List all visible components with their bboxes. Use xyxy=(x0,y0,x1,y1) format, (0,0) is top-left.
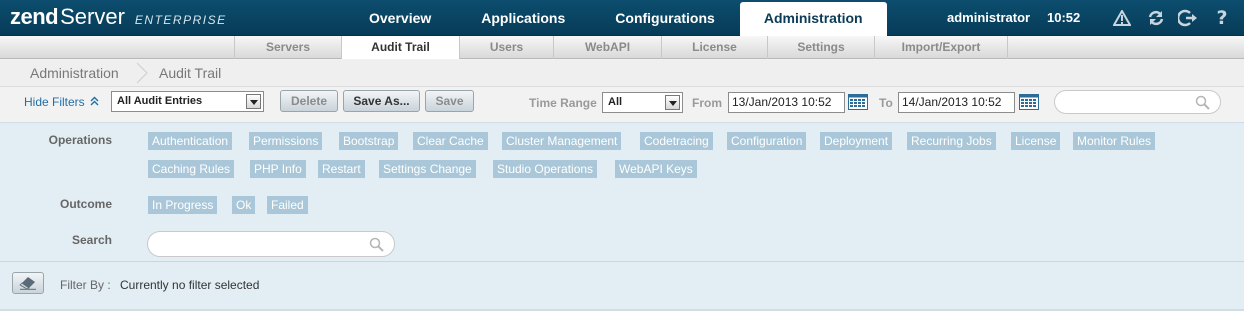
main-nav: Overview Applications Configurations Adm… xyxy=(344,0,887,36)
subnav-audit-trail[interactable]: Audit Trail xyxy=(341,36,459,59)
subnav-users[interactable]: Users xyxy=(459,36,553,59)
filter-tag-php-info[interactable]: PHP Info xyxy=(250,160,306,178)
time-range-select[interactable]: All xyxy=(602,92,683,113)
filter-tag-monitor-rules[interactable]: Monitor Rules xyxy=(1073,132,1156,150)
filter-tag-caching-rules[interactable]: Caching Rules xyxy=(148,160,235,178)
time-range-select-value: All xyxy=(608,96,623,108)
chevron-right-icon xyxy=(136,62,148,84)
logout-icon[interactable] xyxy=(1178,8,1198,28)
logo-edition: ENTERPRISE xyxy=(134,13,227,27)
filter-tag-cluster-management[interactable]: Cluster Management xyxy=(502,132,622,150)
filter-tag-clear-cache[interactable]: Clear Cache xyxy=(413,132,488,150)
search-label: Search xyxy=(71,233,112,247)
delete-button[interactable]: Delete xyxy=(280,90,338,112)
calendar-icon[interactable] xyxy=(848,94,868,110)
sub-nav: Servers Audit Trail Users WebAPI License… xyxy=(0,36,1244,59)
filter-tag-recurring-jobs[interactable]: Recurring Jobs xyxy=(907,132,996,150)
search-icon xyxy=(1195,95,1210,110)
audit-entries-select-value: All Audit Entries xyxy=(117,95,203,107)
filter-tag-license[interactable]: License xyxy=(1011,132,1061,150)
clock: 10:52 xyxy=(1047,10,1081,25)
filter-tag-studio-operations[interactable]: Studio Operations xyxy=(493,160,598,178)
save-button[interactable]: Save xyxy=(425,90,474,112)
filter-tag-settings-change[interactable]: Settings Change xyxy=(379,160,476,178)
logo-server: Server xyxy=(60,4,125,29)
hide-filters-link[interactable]: Hide Filters xyxy=(24,95,99,109)
filter-by-label: Filter By : xyxy=(60,278,111,292)
double-chevron-up-icon xyxy=(90,96,99,106)
filter-by-bar: Filter By : Currently no filter selected xyxy=(0,261,1244,311)
tab-overview[interactable]: Overview xyxy=(344,0,456,36)
subnav-webapi[interactable]: WebAPI xyxy=(553,36,661,59)
filter-tag-restart[interactable]: Restart xyxy=(318,160,365,178)
username[interactable]: administrator xyxy=(947,0,1030,36)
subnav-servers[interactable]: Servers xyxy=(234,36,341,59)
filter-tag-webapi-keys[interactable]: WebAPI Keys xyxy=(615,160,697,178)
calendar-icon[interactable] xyxy=(1019,94,1039,110)
filters-panel: Operations Authentication Permissions Bo… xyxy=(0,123,1244,261)
warning-icon[interactable] xyxy=(1112,8,1132,28)
help-icon[interactable]: ? xyxy=(1212,7,1232,29)
search-icon xyxy=(369,237,384,252)
audit-entries-select[interactable]: All Audit Entries xyxy=(111,91,264,112)
filter-tag-failed[interactable]: Failed xyxy=(267,196,308,214)
top-bar: zend Server ENTERPRISE Overview Applicat… xyxy=(0,0,1244,36)
clear-filters-button[interactable] xyxy=(12,272,44,294)
filter-tag-bootstrap[interactable]: Bootstrap xyxy=(339,132,399,150)
filter-search-input[interactable] xyxy=(147,231,395,257)
operations-label: Operations xyxy=(48,133,112,147)
filter-tag-ok[interactable]: Ok xyxy=(232,196,256,214)
filter-tag-codetracing[interactable]: Codetracing xyxy=(640,132,713,150)
from-label: From xyxy=(692,96,722,110)
to-date-input[interactable]: 14/Jan/2013 10:52 xyxy=(898,92,1015,113)
subnav-import-export[interactable]: Import/Export xyxy=(874,36,1008,59)
breadcrumb-administration[interactable]: Administration xyxy=(30,60,119,86)
subnav-license[interactable]: License xyxy=(661,36,767,59)
tab-applications[interactable]: Applications xyxy=(456,0,590,36)
chevron-down-icon xyxy=(246,94,261,109)
outcome-label: Outcome xyxy=(59,197,112,211)
filter-tag-in-progress[interactable]: In Progress xyxy=(148,196,218,214)
refresh-icon[interactable] xyxy=(1146,8,1166,28)
breadcrumb-audit-trail: Audit Trail xyxy=(159,65,222,81)
time-range-label: Time Range xyxy=(529,96,597,110)
subnav-settings[interactable]: Settings xyxy=(767,36,874,59)
filter-tag-deployment[interactable]: Deployment xyxy=(820,132,893,150)
filter-tag-permissions[interactable]: Permissions xyxy=(249,132,323,150)
from-date-input[interactable]: 13/Jan/2013 10:52 xyxy=(728,92,845,113)
hide-filters-label: Hide Filters xyxy=(24,95,85,109)
chevron-down-icon xyxy=(665,95,680,110)
toolbar: Hide Filters All Audit Entries Delete Sa… xyxy=(0,87,1244,123)
save-as-button[interactable]: Save As... xyxy=(343,90,420,112)
logo-zend: zend xyxy=(10,4,59,29)
filter-by-value: Currently no filter selected xyxy=(120,278,260,292)
tab-administration[interactable]: Administration xyxy=(739,2,887,36)
filter-tag-configuration[interactable]: Configuration xyxy=(727,132,807,150)
tab-configurations[interactable]: Configurations xyxy=(590,0,740,36)
search-input[interactable] xyxy=(1054,90,1221,114)
filter-tag-authentication[interactable]: Authentication xyxy=(148,132,233,150)
zend-server-logo: zend Server ENTERPRISE xyxy=(10,4,227,32)
eraser-icon xyxy=(19,277,36,290)
to-label: To xyxy=(879,96,893,110)
breadcrumb: Administration Audit Trail xyxy=(0,60,1244,87)
